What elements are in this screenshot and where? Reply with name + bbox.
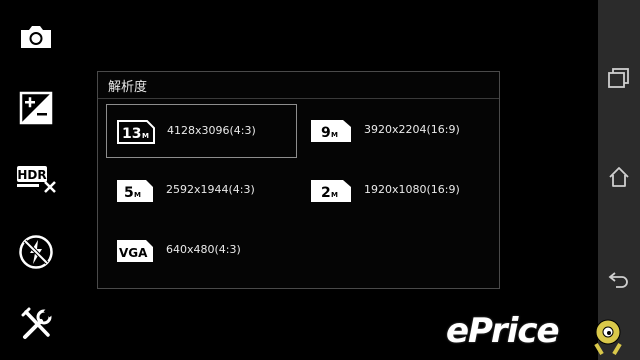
- resolution-label: 640x480(4:3): [166, 243, 241, 256]
- hdr-icon-text: HDR: [17, 168, 46, 182]
- watermark-text: ePrice: [446, 311, 560, 351]
- hdr-off-icon: HDR: [15, 162, 57, 194]
- recent-apps-button[interactable]: [603, 64, 635, 96]
- camera-icon: [18, 23, 54, 51]
- resolution-option-vga[interactable]: VGA 640x480(4:3): [106, 224, 297, 278]
- resolution-vga-icon: VGA: [116, 239, 154, 263]
- eprice-watermark: ePrice: [446, 311, 560, 351]
- resolution-dialog: 解析度 13 M 4128x3096(4:3) 9 M 3920x2204(16…: [97, 71, 500, 289]
- badge-suffix: M: [134, 191, 141, 199]
- badge-number: VGA: [119, 246, 148, 260]
- resolution-option-5m[interactable]: 5 M 2592x1944(4:3): [106, 164, 297, 218]
- exposure-button[interactable]: [12, 85, 60, 131]
- badge-number: 9: [321, 125, 331, 141]
- resolution-option-13m[interactable]: 13 M 4128x3096(4:3): [106, 104, 297, 158]
- back-icon: [607, 266, 631, 294]
- resolution-2m-icon: 2 M: [310, 179, 351, 203]
- home-button[interactable]: [603, 163, 635, 195]
- resolution-13m-icon: 13 M: [117, 120, 155, 144]
- badge-number: 13: [122, 126, 141, 142]
- camera-mode-button[interactable]: [12, 14, 60, 60]
- badge-suffix: M: [142, 132, 149, 140]
- dialog-divider: [98, 98, 499, 99]
- resolution-label: 1920x1080(16:9): [364, 183, 460, 196]
- watermark-mascot-icon: [588, 312, 630, 360]
- badge-number: 2: [321, 185, 331, 201]
- resolution-label: 2592x1944(4:3): [166, 183, 255, 196]
- settings-tools-icon: [19, 307, 53, 341]
- badge-suffix: M: [331, 191, 338, 199]
- system-navigation-bar: [598, 0, 640, 360]
- resolution-option-2m[interactable]: 2 M 1920x1080(16:9): [300, 164, 490, 218]
- settings-button[interactable]: [12, 301, 60, 347]
- camera-left-toolbar: HDR: [0, 0, 72, 360]
- badge-suffix: M: [331, 131, 338, 139]
- home-icon: [607, 165, 631, 193]
- flash-off-icon: [18, 234, 54, 270]
- back-button[interactable]: [603, 264, 635, 296]
- dialog-title: 解析度: [108, 80, 148, 95]
- resolution-9m-icon: 9 M: [310, 119, 351, 143]
- resolution-label: 3920x2204(16:9): [364, 123, 460, 136]
- hdr-button[interactable]: HDR: [12, 155, 60, 201]
- resolution-5m-icon: 5 M: [116, 179, 154, 203]
- badge-number: 5: [124, 185, 134, 201]
- flash-button[interactable]: [12, 229, 60, 275]
- resolution-label: 4128x3096(4:3): [167, 124, 256, 137]
- resolution-option-9m[interactable]: 9 M 3920x2204(16:9): [300, 104, 490, 158]
- recent-apps-icon: [607, 66, 631, 94]
- exposure-icon: [19, 91, 53, 125]
